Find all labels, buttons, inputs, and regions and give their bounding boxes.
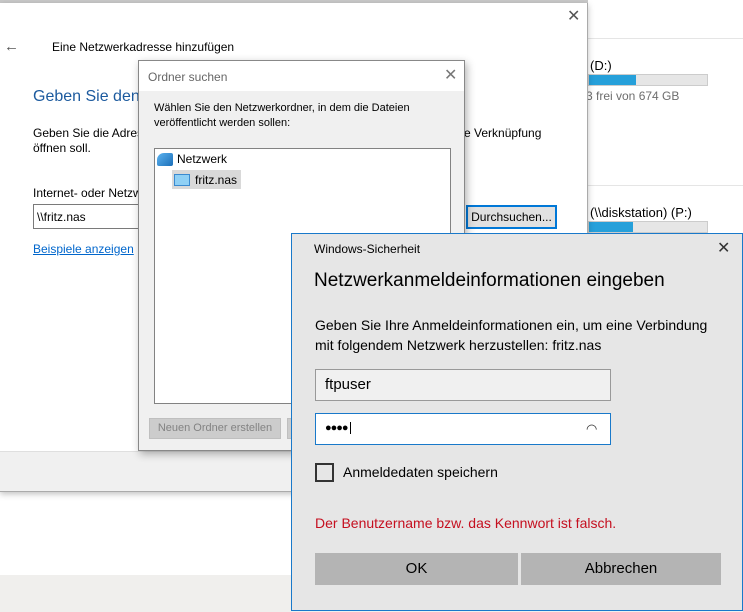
drive-d-usage-fill <box>589 75 637 85</box>
ok-button[interactable]: OK <box>315 553 518 585</box>
username-input[interactable]: ftpuser <box>315 369 611 401</box>
drive-p-usage-fill <box>589 222 633 232</box>
cancel-button[interactable]: Abbrechen <box>521 553 721 585</box>
new-folder-button[interactable]: Neuen Ordner erstellen <box>149 418 281 439</box>
close-icon[interactable]: ✕ <box>567 9 580 25</box>
divider <box>588 185 743 186</box>
error-message: Der Benutzername bzw. das Kennwort ist f… <box>315 515 617 531</box>
address-label: Internet- oder Netzw <box>33 186 142 200</box>
drive-d-usage-bar <box>588 74 708 86</box>
drive-p-label[interactable]: (\\diskstation) (P:) <box>590 205 692 220</box>
close-icon[interactable]: ✕ <box>717 241 730 257</box>
remember-label[interactable]: Anmeldedaten speichern <box>343 464 498 480</box>
back-arrow-icon[interactable]: ← <box>4 38 19 55</box>
reveal-password-eye-icon[interactable]: ◠ <box>586 421 597 437</box>
tree-item-label: Netzwerk <box>177 152 228 166</box>
drive-d-label[interactable]: (D:) <box>590 58 612 73</box>
password-mask: ●●●● <box>325 422 349 434</box>
tree-item-fritz-nas[interactable]: fritz.nas <box>172 170 241 189</box>
computer-icon <box>174 173 190 186</box>
dialog-title: Windows-Sicherheit <box>314 242 421 256</box>
wizard-description: Geben Sie die Adres <box>33 126 144 140</box>
browse-button[interactable]: Durchsuchen... <box>466 205 557 229</box>
password-input[interactable]: ●●●● <box>315 413 611 445</box>
tree-item-netzwerk[interactable]: Netzwerk <box>157 152 227 166</box>
dialog-heading: Netzwerkanmeldeinformationen eingeben <box>314 270 665 291</box>
windows-security-dialog: Windows-Sicherheit ✕ Netzwerkanmeldeinfo… <box>291 233 743 611</box>
network-icon <box>157 152 173 166</box>
remember-checkbox[interactable] <box>315 463 334 482</box>
drive-p-usage-bar <box>588 221 708 233</box>
drive-d-free-space: 3 frei von 674 GB <box>586 89 680 103</box>
wizard-title: Eine Netzwerkadresse hinzufügen <box>52 40 235 54</box>
tree-item-label: fritz.nas <box>195 172 238 187</box>
divider <box>588 38 743 39</box>
dialog-description: Geben Sie Ihre Anmeldeinformationen ein,… <box>315 317 708 353</box>
examples-link[interactable]: Beispiele anzeigen <box>33 242 134 256</box>
instruction-text: Wählen Sie den Netzwerkordner, in dem di… <box>154 102 410 129</box>
address-input[interactable]: \\fritz.nas <box>33 204 143 229</box>
text-cursor <box>349 422 351 434</box>
wizard-description-right: e Verknüpfung <box>464 126 542 140</box>
close-icon[interactable]: ✕ <box>444 68 457 84</box>
wizard-heading: Geben Sie den <box>33 88 140 105</box>
wizard-description-line2: öffnen soll. <box>33 141 91 155</box>
dialog-title: Ordner suchen <box>139 61 464 91</box>
